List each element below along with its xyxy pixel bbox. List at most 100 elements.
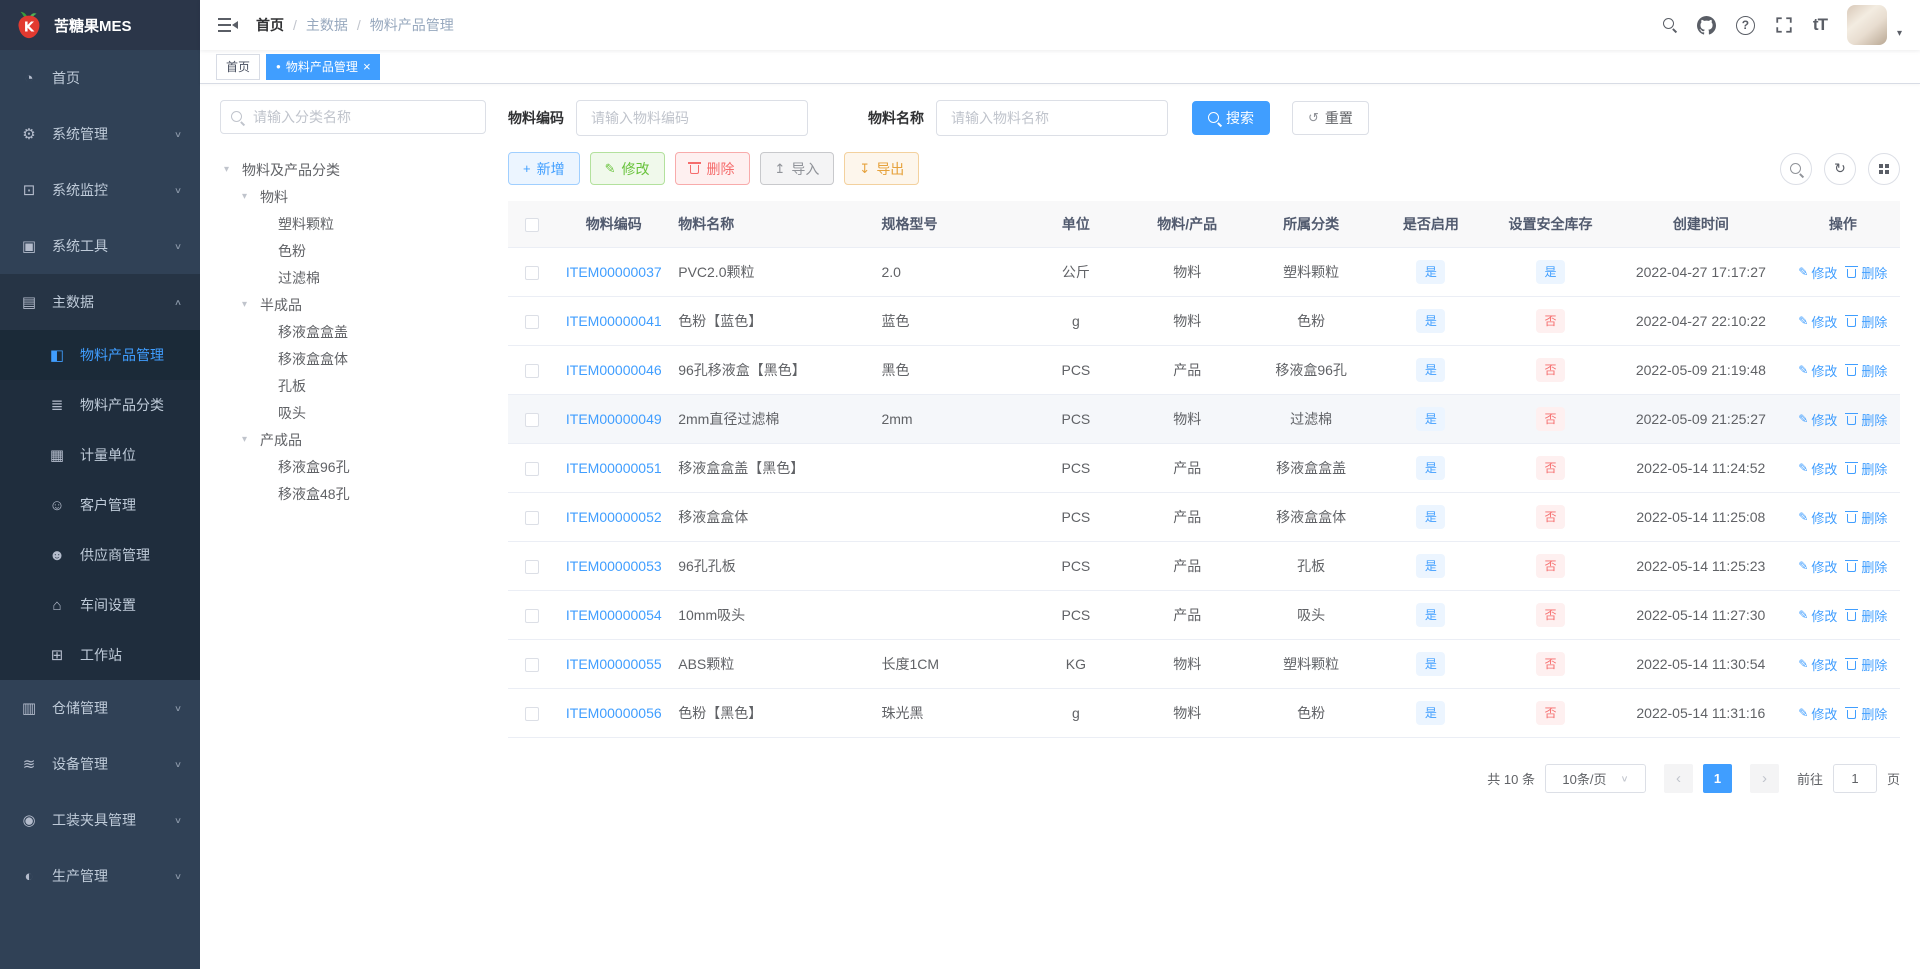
table-row[interactable]: ITEM00000055 ABS颗粒 长度1CM KG 物料 塑料颗粒 是 否 … bbox=[508, 639, 1900, 688]
goto-page-input[interactable] bbox=[1832, 764, 1877, 793]
breadcrumb-item[interactable]: 主数据 bbox=[306, 15, 348, 35]
reset-button[interactable]: ↺ 重置 bbox=[1292, 101, 1369, 135]
refresh-button[interactable]: ↻ bbox=[1824, 152, 1856, 185]
select-all-checkbox[interactable] bbox=[524, 218, 539, 233]
sidebar-item-system-tools[interactable]: ▣ 系统工具 ∨ bbox=[0, 218, 200, 274]
sidebar-item-material-product-management[interactable]: ◧ 物料产品管理 bbox=[0, 330, 200, 380]
sidebar-item-equipment-management[interactable]: ≋ 设备管理 ∨ bbox=[0, 736, 200, 792]
sidebar-item-workshop-settings[interactable]: ⌂ 车间设置 bbox=[0, 580, 200, 630]
sidebar-item-system-monitor[interactable]: ⊡ 系统监控 ∨ bbox=[0, 162, 200, 218]
columns-button[interactable] bbox=[1868, 152, 1900, 185]
table-row[interactable]: ITEM00000052 移液盒盒体 PCS 产品 移液盒盒体 是 否 2022… bbox=[508, 492, 1900, 541]
font-size-icon[interactable]: tT bbox=[1813, 15, 1828, 35]
sidebar-item-measure-unit[interactable]: ▦ 计量单位 bbox=[0, 430, 200, 480]
breadcrumb-item[interactable]: 首页 bbox=[256, 15, 284, 35]
sidebar-item-material-product-category[interactable]: ≣ 物料产品分类 bbox=[0, 380, 200, 430]
item-code-link[interactable]: ITEM00000037 bbox=[566, 264, 662, 280]
row-delete-link[interactable]: 删除 bbox=[1845, 557, 1887, 576]
row-edit-link[interactable]: ✎ 修改 bbox=[1798, 459, 1837, 478]
sidebar-item-master-data[interactable]: ▤ 主数据 ∧ bbox=[0, 274, 200, 330]
row-edit-link[interactable]: ✎ 修改 bbox=[1798, 704, 1837, 723]
sidebar-item-warehouse-management[interactable]: ▥ 仓储管理 ∨ bbox=[0, 680, 200, 736]
caret-down-icon[interactable]: ▾ bbox=[224, 164, 242, 175]
sidebar-item-production-management[interactable]: ◐ 生产管理 ∨ bbox=[0, 848, 200, 904]
page-number-button[interactable]: 1 bbox=[1702, 764, 1732, 793]
user-avatar[interactable] bbox=[1846, 5, 1887, 45]
row-edit-link[interactable]: ✎ 修改 bbox=[1798, 508, 1837, 527]
table-row[interactable]: ITEM00000053 96孔孔板 PCS 产品 孔板 是 否 2022-05… bbox=[508, 541, 1900, 590]
export-button[interactable]: ↧ 导出 bbox=[844, 152, 920, 185]
tab-home[interactable]: ● 首页 × bbox=[216, 53, 261, 80]
tree-node[interactable]: ▾ 移液盒盒体 bbox=[220, 345, 486, 372]
caret-down-icon[interactable]: ▾ bbox=[242, 434, 260, 445]
caret-down-icon[interactable]: ▾ bbox=[242, 299, 260, 310]
table-row[interactable]: ITEM00000051 移液盒盒盖【黑色】 PCS 产品 移液盒盒盖 是 否 … bbox=[508, 443, 1900, 492]
row-checkbox[interactable] bbox=[524, 658, 539, 673]
material-code-input[interactable] bbox=[576, 100, 808, 136]
caret-down-icon[interactable]: ▾ bbox=[242, 191, 260, 202]
tree-node[interactable]: ▾ 物料及产品分类 bbox=[220, 156, 486, 183]
tree-node[interactable]: ▾ 塑料颗粒 bbox=[220, 210, 486, 237]
row-edit-link[interactable]: ✎ 修改 bbox=[1798, 361, 1837, 380]
tree-node[interactable]: ▾ 色粉 bbox=[220, 237, 486, 264]
sidebar-item-workstation[interactable]: ⊞ 工作站 bbox=[0, 630, 200, 680]
close-icon[interactable]: × bbox=[363, 60, 371, 73]
sidebar-toggle-icon[interactable] bbox=[218, 18, 238, 32]
tree-node[interactable]: ▾ 吸头 bbox=[220, 399, 486, 426]
row-checkbox[interactable] bbox=[524, 707, 539, 722]
row-delete-link[interactable]: 删除 bbox=[1845, 704, 1887, 723]
row-edit-link[interactable]: ✎ 修改 bbox=[1798, 606, 1837, 625]
search-button[interactable]: 搜索 bbox=[1192, 101, 1270, 135]
material-name-input[interactable] bbox=[936, 100, 1168, 136]
item-code-link[interactable]: ITEM00000055 bbox=[566, 656, 662, 672]
row-delete-link[interactable]: 删除 bbox=[1845, 606, 1887, 625]
tree-node[interactable]: ▾ 移液盒48孔 bbox=[220, 480, 486, 507]
item-code-link[interactable]: ITEM00000049 bbox=[566, 411, 662, 427]
row-checkbox[interactable] bbox=[524, 462, 539, 477]
table-row[interactable]: ITEM00000046 96孔移液盒【黑色】 黑色 PCS 产品 移液盒96孔… bbox=[508, 345, 1900, 394]
row-checkbox[interactable] bbox=[524, 315, 539, 330]
category-search-input[interactable] bbox=[220, 100, 486, 134]
row-edit-link[interactable]: ✎ 修改 bbox=[1798, 655, 1837, 674]
item-code-link[interactable]: ITEM00000051 bbox=[566, 460, 662, 476]
search-icon[interactable] bbox=[1662, 18, 1677, 32]
fullscreen-icon[interactable] bbox=[1775, 16, 1793, 34]
sidebar-item-supplier-management[interactable]: ☻ 供应商管理 bbox=[0, 530, 200, 580]
row-checkbox[interactable] bbox=[524, 560, 539, 575]
tree-node[interactable]: ▾ 移液盒96孔 bbox=[220, 453, 486, 480]
row-delete-link[interactable]: 删除 bbox=[1845, 508, 1887, 527]
sidebar-item-system-management[interactable]: ⚙ 系统管理 ∨ bbox=[0, 106, 200, 162]
tree-node[interactable]: ▾ 过滤棉 bbox=[220, 264, 486, 291]
sidebar-item-fixture-management[interactable]: ◉ 工装夹具管理 ∨ bbox=[0, 792, 200, 848]
row-delete-link[interactable]: 删除 bbox=[1845, 312, 1887, 331]
prev-page-button[interactable]: ‹ bbox=[1663, 764, 1693, 793]
table-row[interactable]: ITEM00000037 PVC2.0颗粒 2.0 公斤 物料 塑料颗粒 是 是… bbox=[508, 247, 1900, 296]
row-checkbox[interactable] bbox=[524, 511, 539, 526]
item-code-link[interactable]: ITEM00000056 bbox=[566, 705, 662, 721]
show-search-button[interactable] bbox=[1780, 152, 1812, 185]
row-delete-link[interactable]: 删除 bbox=[1845, 263, 1887, 282]
row-checkbox[interactable] bbox=[524, 364, 539, 379]
row-delete-link[interactable]: 删除 bbox=[1845, 459, 1887, 478]
row-delete-link[interactable]: 删除 bbox=[1845, 655, 1887, 674]
delete-button[interactable]: 删除 bbox=[674, 152, 750, 185]
breadcrumb-item[interactable]: 物料产品管理 bbox=[370, 15, 454, 35]
table-row[interactable]: ITEM00000056 色粉【黑色】 珠光黑 g 物料 色粉 是 否 2022… bbox=[508, 688, 1900, 737]
row-checkbox[interactable] bbox=[524, 413, 539, 428]
sidebar-item-customer-management[interactable]: ☺ 客户管理 bbox=[0, 480, 200, 530]
import-button[interactable]: ↥ 导入 bbox=[759, 152, 835, 185]
add-button[interactable]: + 新增 bbox=[508, 152, 580, 185]
tree-node[interactable]: ▾ 移液盒盒盖 bbox=[220, 318, 486, 345]
tree-node[interactable]: ▾ 产成品 bbox=[220, 426, 486, 453]
tree-node[interactable]: ▾ 半成品 bbox=[220, 291, 486, 318]
user-menu-caret-icon[interactable]: ▾ bbox=[1897, 28, 1902, 39]
row-checkbox[interactable] bbox=[524, 609, 539, 624]
edit-button[interactable]: ✎ 修改 bbox=[589, 152, 665, 185]
sidebar-item-home[interactable]: ◔ 首页 bbox=[0, 50, 200, 106]
item-code-link[interactable]: ITEM00000046 bbox=[566, 362, 662, 378]
table-row[interactable]: ITEM00000041 色粉【蓝色】 蓝色 g 物料 色粉 是 否 2022-… bbox=[508, 296, 1900, 345]
row-edit-link[interactable]: ✎ 修改 bbox=[1798, 263, 1837, 282]
tree-node[interactable]: ▾ 孔板 bbox=[220, 372, 486, 399]
row-checkbox[interactable] bbox=[524, 266, 539, 281]
item-code-link[interactable]: ITEM00000052 bbox=[566, 509, 662, 525]
